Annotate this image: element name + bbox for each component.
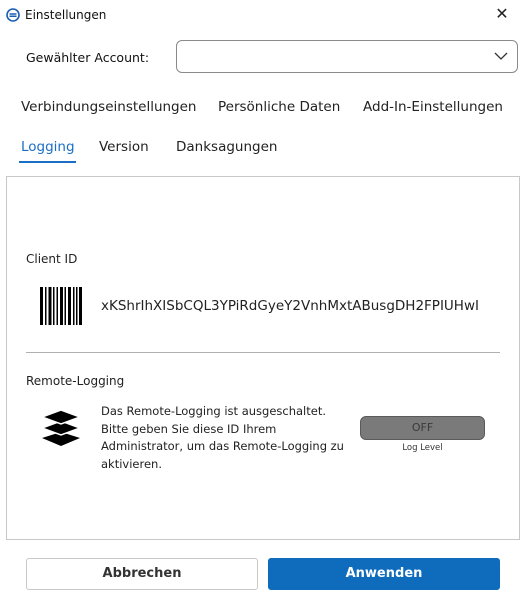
apply-button[interactable]: Anwenden [268,558,500,590]
active-tab-indicator [19,161,76,163]
tab-verbindungseinstellungen[interactable]: Verbindungseinstellungen [21,99,197,115]
remote-logging-label: Remote-Logging [26,374,125,388]
chevron-down-icon [494,52,508,60]
account-select[interactable] [176,40,518,73]
client-id-label: Client ID [26,252,78,266]
logging-panel [6,176,520,540]
tab-persoenliche-daten[interactable]: Persönliche Daten [218,99,340,115]
toggle-state-label: OFF [411,421,434,434]
title-bar: Einstellungen ✕ [0,0,520,30]
tab-logging[interactable]: Logging [21,139,75,155]
section-divider [26,352,500,353]
remote-logging-description: Das Remote-Logging ist ausgeschaltet. Bi… [101,404,344,471]
account-label: Gewählter Account: [26,50,150,65]
client-id-value: xKShrIhXISbCQL3YPiRdGyeY2VnhMxtABusgDH2F… [101,298,479,314]
cancel-button[interactable]: Abbrechen [26,558,258,590]
tab-danksagungen[interactable]: Danksagungen [176,139,277,155]
window-title: Einstellungen [25,8,107,22]
barcode-icon [40,287,82,325]
tab-add-in-einstellungen[interactable]: Add-In-Einstellungen [363,99,503,115]
layers-icon [40,409,82,446]
remote-logging-toggle[interactable]: OFF [360,416,485,440]
close-icon[interactable]: ✕ [492,4,512,24]
app-logo-icon [6,8,20,22]
tab-version[interactable]: Version [99,139,149,155]
log-level-caption: Log Level [402,443,443,453]
